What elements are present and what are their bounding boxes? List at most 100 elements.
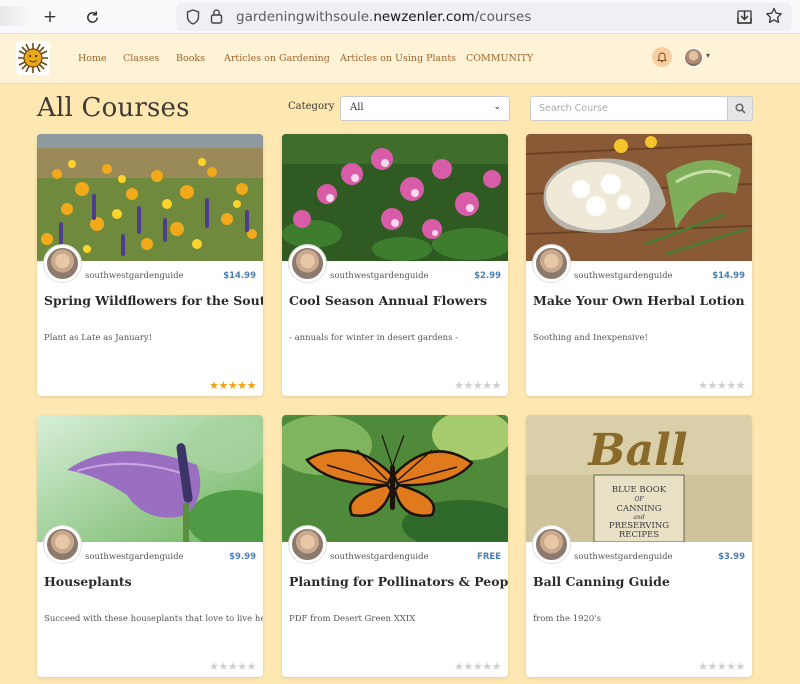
star-icon: ★ (227, 379, 238, 392)
author-avatar[interactable] (44, 526, 81, 563)
star-icon: ★ (237, 660, 247, 673)
star-icon: ★ (716, 379, 727, 392)
address-bar[interactable]: gardeningwithsoule.newzenler.com/courses (176, 3, 792, 31)
course-subtitle: - annuals for winter in desert gardens - (289, 333, 459, 343)
course-title[interactable]: Make Your Own Herbal Lotion (533, 293, 745, 308)
search-course-input[interactable]: Search Course (530, 96, 727, 121)
star-icon: ★ (707, 379, 718, 392)
chevron-down-icon: ⌄ (493, 102, 501, 112)
author-name[interactable]: southwestgardenguide (574, 271, 673, 281)
author-name[interactable]: southwestgardenguide (330, 552, 429, 562)
user-avatar[interactable] (684, 48, 703, 67)
ball-cover-line: BLUE BOOK (612, 485, 667, 495)
course-title[interactable]: Spring Wildflowers for the Southwest (44, 293, 263, 308)
bookmark-star-icon[interactable] (765, 7, 783, 29)
star-icon: ★ (454, 660, 464, 673)
new-tab-icon[interactable]: + (38, 5, 62, 29)
course-card[interactable]: southwestgardenguide FREE Planting for P… (282, 415, 508, 677)
course-image-herbal-lotion[interactable] (526, 134, 752, 261)
author-name[interactable]: southwestgardenguide (85, 552, 184, 562)
author-avatar[interactable] (289, 245, 326, 282)
course-image-ball-book-cover[interactable]: Ball BLUE BOOK OF CANNING and PRESERVING… (526, 415, 752, 542)
course-image-snapdragons[interactable] (282, 134, 508, 261)
course-subtitle: PDF from Desert Green XXIX (289, 614, 416, 624)
star-icon: ★ (482, 660, 492, 673)
tracking-shield-icon[interactable] (186, 9, 200, 29)
star-icon: ★ (472, 379, 483, 392)
course-card[interactable]: southwestgardenguide $2.99 Cool Season A… (282, 134, 508, 396)
author-avatar[interactable] (533, 526, 570, 563)
star-icon: ★ (227, 660, 238, 673)
user-menu-caret-icon[interactable]: ▾ (706, 51, 710, 60)
author-avatar[interactable] (44, 245, 81, 282)
course-subtitle: Plant as Late as January! (44, 333, 152, 343)
star-icon: ★ (707, 660, 718, 673)
course-subtitle: Soothing and Inexpensive! (533, 333, 648, 343)
nav-articles-gardening[interactable]: Articles on Gardening (224, 53, 330, 64)
browser-tab[interactable] (0, 6, 32, 26)
course-subtitle: from the 1920's (533, 614, 602, 624)
rating-stars: ★★★★★ (209, 660, 256, 673)
site-navbar: Home Classes Books Articles on Gardening… (0, 34, 800, 84)
star-icon: ★ (209, 660, 219, 673)
author-name[interactable]: southwestgardenguide (85, 271, 184, 281)
star-icon: ★ (491, 379, 502, 392)
course-title[interactable]: Houseplants (44, 574, 256, 589)
nav-articles-plants[interactable]: Articles on Using Plants (340, 53, 456, 64)
ball-cover-line: OF (634, 496, 644, 503)
url-text: gardeningwithsoule.newzenler.com/courses (236, 9, 532, 25)
star-icon: ★ (463, 379, 474, 392)
author-name[interactable]: southwestgardenguide (574, 552, 673, 562)
rating-stars: ★★★★★ (454, 379, 501, 392)
course-price: $14.99 (712, 271, 745, 281)
course-title[interactable]: Ball Canning Guide (533, 574, 745, 589)
rating-stars: ★★★★★ (698, 660, 745, 673)
course-title[interactable]: Cool Season Annual Flowers (289, 293, 501, 308)
nav-books[interactable]: Books (176, 53, 205, 64)
course-card[interactable]: Ball BLUE BOOK OF CANNING and PRESERVING… (526, 415, 752, 677)
nav-home[interactable]: Home (78, 53, 107, 64)
star-icon: ★ (218, 379, 229, 392)
category-select[interactable]: All ⌄ (340, 96, 510, 121)
page-title: All Courses (37, 93, 190, 123)
lock-icon[interactable] (210, 8, 223, 28)
course-card[interactable]: southwestgardenguide $9.99 Houseplants S… (37, 415, 263, 677)
rating-stars: ★★★★★ (454, 660, 501, 673)
star-icon: ★ (735, 379, 746, 392)
star-icon: ★ (726, 660, 736, 673)
star-icon: ★ (472, 660, 483, 673)
course-price: $2.99 (474, 271, 501, 281)
category-label: Category (288, 101, 335, 112)
star-icon: ★ (491, 660, 502, 673)
course-price: $3.99 (718, 552, 745, 562)
reload-icon[interactable] (80, 5, 104, 29)
nav-community[interactable]: COMMUNITY (466, 53, 533, 64)
search-icon[interactable] (727, 96, 753, 121)
course-card[interactable]: southwestgardenguide $14.99 Make Your Ow… (526, 134, 752, 396)
star-icon: ★ (698, 660, 708, 673)
star-icon: ★ (246, 379, 257, 392)
course-subtitle: Succeed with these houseplants that love… (44, 614, 263, 624)
ball-cover-line: RECIPES (619, 530, 659, 540)
course-price: $9.99 (229, 552, 256, 562)
star-icon: ★ (209, 379, 219, 392)
rating-stars: ★★★★★ (698, 379, 745, 392)
save-page-icon[interactable] (736, 9, 753, 29)
author-avatar[interactable] (289, 526, 326, 563)
star-icon: ★ (482, 379, 492, 392)
author-name[interactable]: southwestgardenguide (330, 271, 429, 281)
rating-stars: ★★★★★ (209, 379, 256, 392)
course-image-wildflowers[interactable] (37, 134, 263, 261)
notification-bell-icon[interactable] (652, 47, 672, 67)
browser-toolbar: + gardeningwithsoule.newzenler.com/cours… (0, 0, 800, 34)
course-image-anthurium[interactable] (37, 415, 263, 542)
course-card[interactable]: southwestgardenguide $14.99 Spring Wildf… (37, 134, 263, 396)
site-logo[interactable] (16, 41, 50, 75)
course-image-monarch-butterfly[interactable] (282, 415, 508, 542)
star-icon: ★ (698, 379, 708, 392)
ball-cover-line: CANNING (616, 504, 661, 514)
star-icon: ★ (454, 379, 464, 392)
course-title[interactable]: Planting for Pollinators & People (289, 574, 508, 589)
nav-classes[interactable]: Classes (123, 53, 159, 64)
author-avatar[interactable] (533, 245, 570, 282)
